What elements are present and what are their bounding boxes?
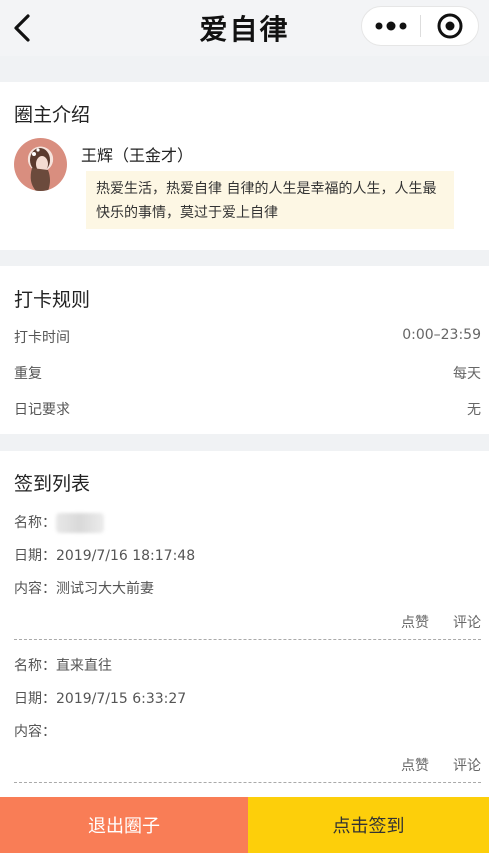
rule-label: 重复 <box>14 366 42 382</box>
rule-value: 无 <box>467 402 481 418</box>
rules-section-title: 打卡规则 <box>14 289 91 311</box>
entry-actions: 点赞 评论 <box>401 612 481 632</box>
navigation-bar: 爱自律 <box>0 0 489 56</box>
rule-value: 0:00–23:59 <box>402 327 481 343</box>
entry-date-line: 日期：2019/7/15 6:33:27 <box>14 688 186 708</box>
owner-avatar[interactable] <box>14 138 67 191</box>
like-button[interactable]: 点赞 <box>401 755 429 775</box>
entry-name-line: 名称：直来直往 <box>14 655 112 675</box>
entry-content-line: 内容： <box>14 721 56 741</box>
owner-bio: 热爱生活，热爱自律 自律的人生是幸福的人生，人生最快乐的事情，莫过于爱上自律 <box>86 171 454 229</box>
page-title: 爱自律 <box>199 13 290 46</box>
back-arrow-icon[interactable] <box>10 12 36 44</box>
exit-circle-button[interactable]: 退出圈子 <box>0 797 248 853</box>
entry-date-value: 2019/7/15 6:33:27 <box>56 691 187 707</box>
entry-content-line: 内容：测试习大大前妻 <box>14 578 154 598</box>
menu-capsule <box>361 6 479 46</box>
entry-name-label: 名称： <box>14 658 56 674</box>
checkin-rules-card: 打卡规则 打卡时间 0:00–23:59 重复 每天 日记要求 无 <box>0 266 489 434</box>
entry-content-label: 内容： <box>14 724 56 740</box>
entry-divider <box>14 639 481 640</box>
rule-label: 打卡时间 <box>14 330 70 346</box>
entry-date-label: 日期： <box>14 548 56 564</box>
rule-row-repeat: 重复 每天 <box>14 363 481 383</box>
entry-date-label: 日期： <box>14 691 56 707</box>
owner-name: 王辉（王金才） <box>81 146 194 165</box>
rule-row-time: 打卡时间 0:00–23:59 <box>14 327 481 347</box>
entry-content-label: 内容： <box>14 581 56 597</box>
entry-content-value: 测试习大大前妻 <box>56 581 154 597</box>
entry-date-value: 2019/7/16 18:17:48 <box>56 548 196 564</box>
checkin-list-card: 签到列表 名称： 日期：2019/7/16 18:17:48 内容：测试习大大前… <box>0 451 489 797</box>
owner-section-title: 圈主介绍 <box>14 104 91 126</box>
entry-divider <box>14 782 481 783</box>
close-miniprogram-icon[interactable] <box>421 7 478 45</box>
rule-label: 日记要求 <box>14 402 70 418</box>
rule-row-diary: 日记要求 无 <box>14 399 481 419</box>
like-button[interactable]: 点赞 <box>401 612 429 632</box>
entry-name-blurred <box>56 513 104 533</box>
entry-name-label: 名称： <box>14 515 56 531</box>
entry-actions: 点赞 评论 <box>401 755 481 775</box>
comment-button[interactable]: 评论 <box>453 612 481 632</box>
owner-intro-card: 圈主介绍 王辉（王金才） 热爱生活，热爱自律 自律的人生是幸福的人生，人生最快乐… <box>0 82 489 250</box>
more-options-icon[interactable] <box>362 7 420 45</box>
list-section-title: 签到列表 <box>14 473 91 495</box>
entry-name-line: 名称： <box>14 512 104 533</box>
comment-button[interactable]: 评论 <box>453 755 481 775</box>
entry-name-value: 直来直往 <box>56 658 112 674</box>
signin-button[interactable]: 点击签到 <box>248 797 489 853</box>
rule-value: 每天 <box>453 366 481 382</box>
bottom-action-bar: 退出圈子 点击签到 <box>0 797 489 853</box>
entry-date-line: 日期：2019/7/16 18:17:48 <box>14 545 195 565</box>
